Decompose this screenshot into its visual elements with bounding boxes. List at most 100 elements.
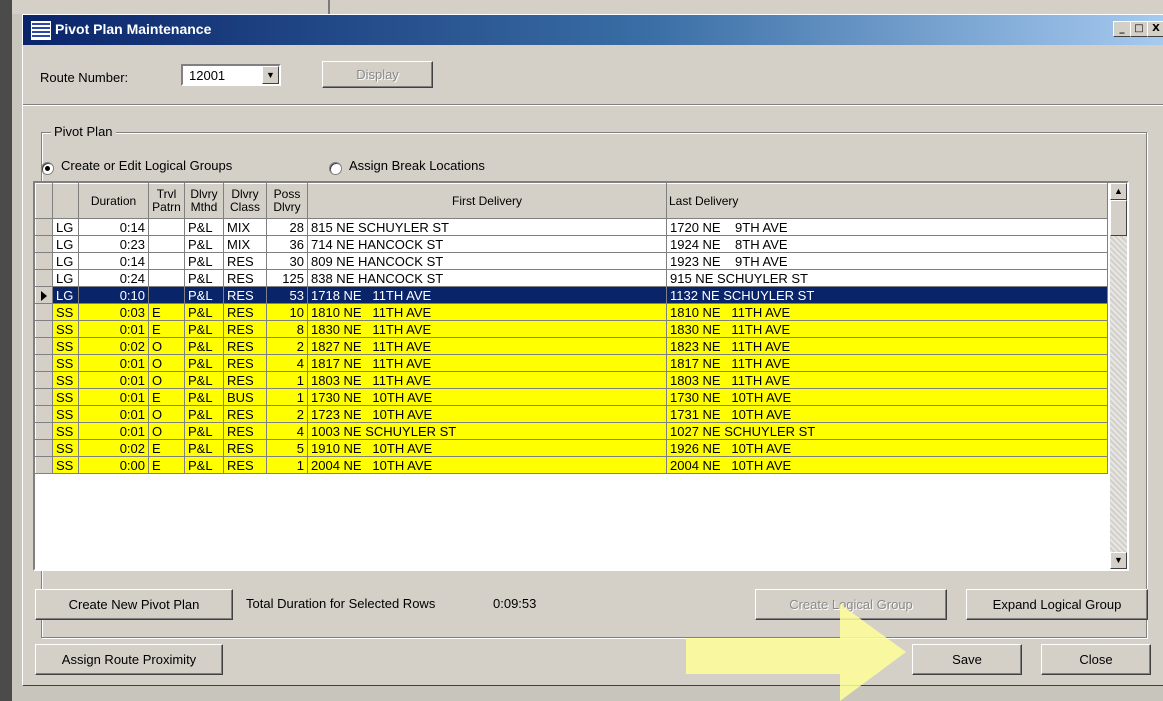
cell-last-delivery[interactable]: 1924 NE 8TH AVE [666,235,1108,253]
cell-last-delivery[interactable]: 1132 NE SCHUYLER ST [666,286,1108,304]
cell-first-delivery[interactable]: 815 NE SCHUYLER ST [307,218,667,236]
cell-type[interactable]: SS [52,439,79,457]
cell-last-delivery[interactable]: 1731 NE 10TH AVE [666,405,1108,423]
cell-dlvry-class[interactable]: RES [223,303,267,321]
cell-duration[interactable]: 0:00 [78,456,149,474]
cell-poss-dlvry[interactable]: 2 [266,337,308,355]
cell-dlvry-class[interactable]: RES [223,371,267,389]
cell-last-delivery[interactable]: 1923 NE 9TH AVE [666,252,1108,270]
row-selector[interactable] [35,303,53,321]
cell-first-delivery[interactable]: 1817 NE 11TH AVE [307,354,667,372]
cell-poss-dlvry[interactable]: 36 [266,235,308,253]
cell-first-delivery[interactable]: 1830 NE 11TH AVE [307,320,667,338]
table-row[interactable]: SS 0:01 O P&L RES 4 1003 NE SCHUYLER ST 1027 NE… [35,422,1108,440]
expand-logical-group-button[interactable]: Expand Logical Group [966,589,1148,620]
cell-last-delivery[interactable]: 2004 NE 10TH AVE [666,456,1108,474]
header-duration[interactable]: Duration [78,183,149,219]
cell-dlvry-class[interactable]: RES [223,354,267,372]
row-selector[interactable] [35,252,53,270]
save-button[interactable]: Save [912,644,1022,675]
cell-duration[interactable]: 0:01 [78,320,149,338]
cell-poss-dlvry[interactable]: 53 [266,286,308,304]
cell-first-delivery[interactable]: 1723 NE 10TH AVE [307,405,667,423]
cell-dlvry-mthd[interactable]: P&L [184,354,224,372]
cell-type[interactable]: LG [52,269,79,287]
header-poss-dlvry[interactable]: Poss Dlvry [266,183,308,219]
cell-trvl-patrn[interactable]: E [148,439,185,457]
cell-type[interactable]: SS [52,371,79,389]
cell-poss-dlvry[interactable]: 28 [266,218,308,236]
cell-dlvry-class[interactable]: RES [223,269,267,287]
row-selector[interactable] [35,286,53,304]
cell-type[interactable]: LG [52,218,79,236]
row-selector[interactable] [35,405,53,423]
cell-trvl-patrn[interactable] [148,235,185,253]
header-dlvry-mthd[interactable]: Dlvry Mthd [184,183,224,219]
row-selector[interactable] [35,388,53,406]
cell-poss-dlvry[interactable]: 125 [266,269,308,287]
cell-first-delivery[interactable]: 1718 NE 11TH AVE [307,286,667,304]
cell-last-delivery[interactable]: 1803 NE 11TH AVE [666,371,1108,389]
row-selector[interactable] [35,456,53,474]
cell-duration[interactable]: 0:14 [78,252,149,270]
cell-poss-dlvry[interactable]: 2 [266,405,308,423]
header-last-delivery[interactable]: Last Delivery [666,183,1108,219]
cell-trvl-patrn[interactable]: E [148,303,185,321]
row-selector[interactable] [35,218,53,236]
cell-type[interactable]: SS [52,456,79,474]
cell-duration[interactable]: 0:03 [78,303,149,321]
cell-type[interactable]: LG [52,235,79,253]
cell-dlvry-class[interactable]: RES [223,439,267,457]
display-button[interactable]: Display [322,61,433,88]
cell-poss-dlvry[interactable]: 4 [266,422,308,440]
cell-trvl-patrn[interactable]: E [148,388,185,406]
cell-dlvry-class[interactable]: RES [223,320,267,338]
cell-dlvry-class[interactable]: RES [223,456,267,474]
title-bar[interactable]: Pivot Plan Maintenance _ □ X [23,15,1163,45]
pivot-plan-grid[interactable]: Duration Trvl Patrn Dlvry Mthd Dlvry Class … [33,181,1129,571]
cell-dlvry-mthd[interactable]: P&L [184,218,224,236]
cell-poss-dlvry[interactable]: 8 [266,320,308,338]
radio-assign-break-locations[interactable] [329,162,342,175]
radio-assign-break-locations-label[interactable]: Assign Break Locations [349,158,485,173]
row-selector[interactable] [35,439,53,457]
cell-dlvry-class[interactable]: RES [223,252,267,270]
cell-duration[interactable]: 0:02 [78,439,149,457]
cell-first-delivery[interactable]: 809 NE HANCOCK ST [307,252,667,270]
cell-dlvry-class[interactable]: MIX [223,218,267,236]
cell-type[interactable]: SS [52,422,79,440]
cell-dlvry-mthd[interactable]: P&L [184,388,224,406]
cell-dlvry-mthd[interactable]: P&L [184,320,224,338]
cell-duration[interactable]: 0:24 [78,269,149,287]
cell-trvl-patrn[interactable]: O [148,354,185,372]
header-dlvry-class[interactable]: Dlvry Class [223,183,267,219]
cell-last-delivery[interactable]: 1720 NE 9TH AVE [666,218,1108,236]
cell-last-delivery[interactable]: 1926 NE 10TH AVE [666,439,1108,457]
table-row[interactable]: SS 0:01 O P&L RES 1 1803 NE 11TH AVE 1803 NE 11… [35,371,1108,389]
cell-poss-dlvry[interactable]: 1 [266,388,308,406]
table-row[interactable]: SS 0:01 O P&L RES 2 1723 NE 10TH AVE 1731 NE 10… [35,405,1108,423]
cell-duration[interactable]: 0:14 [78,218,149,236]
cell-dlvry-mthd[interactable]: P&L [184,252,224,270]
cell-type[interactable]: LG [52,252,79,270]
cell-duration[interactable]: 0:01 [78,371,149,389]
cell-dlvry-mthd[interactable]: P&L [184,303,224,321]
row-selector[interactable] [35,422,53,440]
cell-type[interactable]: SS [52,303,79,321]
scroll-down-icon[interactable]: ▼ [1110,552,1127,569]
row-selector[interactable] [35,235,53,253]
restore-button[interactable]: □ [1130,21,1148,37]
grid-vertical-scrollbar[interactable]: ▲ ▼ [1110,183,1127,569]
cell-last-delivery[interactable]: 1810 NE 11TH AVE [666,303,1108,321]
table-row[interactable]: SS 0:02 O P&L RES 2 1827 NE 11TH AVE 1823 NE 11… [35,337,1108,355]
table-row[interactable]: SS 0:01 O P&L RES 4 1817 NE 11TH AVE 1817 NE 11… [35,354,1108,372]
cell-trvl-patrn[interactable] [148,286,185,304]
cell-last-delivery[interactable]: 1823 NE 11TH AVE [666,337,1108,355]
cell-dlvry-class[interactable]: RES [223,405,267,423]
cell-poss-dlvry[interactable]: 30 [266,252,308,270]
row-selector[interactable] [35,337,53,355]
cell-duration[interactable]: 0:01 [78,354,149,372]
row-selector[interactable] [35,371,53,389]
cell-last-delivery[interactable]: 1830 NE 11TH AVE [666,320,1108,338]
close-window-button[interactable]: X [1147,21,1163,37]
